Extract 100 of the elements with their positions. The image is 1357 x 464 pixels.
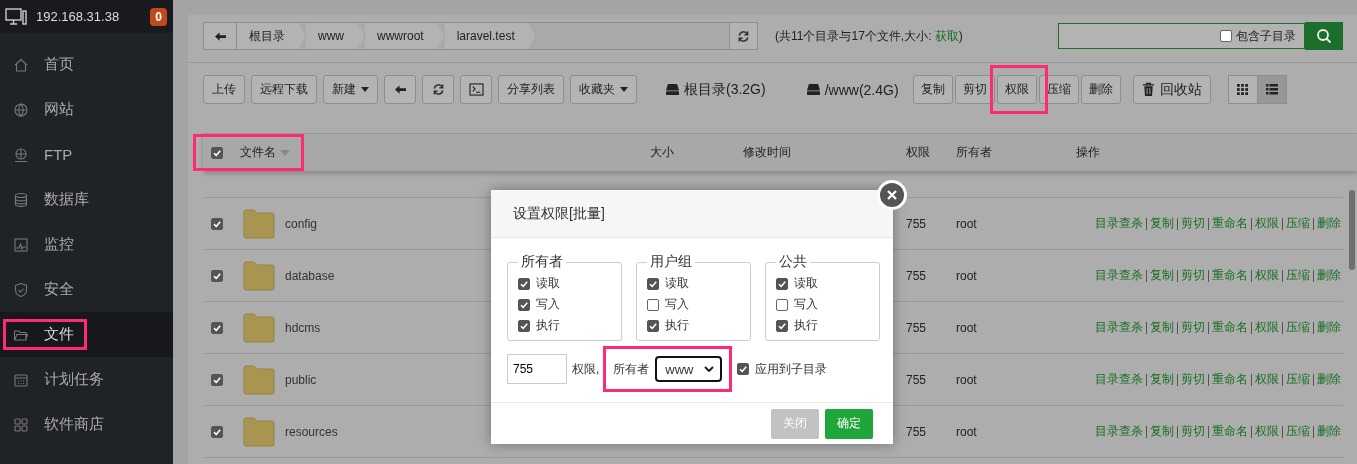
action-link[interactable]: 目录查杀 xyxy=(1095,267,1143,284)
dialog-title: 设置权限[批量] xyxy=(513,204,605,223)
checkbox-label: 写入 xyxy=(794,296,818,313)
disk-usage[interactable]: /www(2.4G) xyxy=(824,81,899,98)
dropdown-button[interactable]: 新建 xyxy=(323,75,378,104)
action-link[interactable]: 目录查杀 xyxy=(1095,319,1143,336)
notification-badge[interactable]: 0 xyxy=(150,7,167,26)
column-header[interactable]: 权限 xyxy=(906,144,956,161)
toolbar-button[interactable]: 远程下载 xyxy=(251,75,317,104)
file-name[interactable]: resources xyxy=(285,424,338,439)
action-link[interactable]: 删除 xyxy=(1317,267,1341,284)
checkbox-label: 执行 xyxy=(665,317,689,334)
file-name[interactable]: config xyxy=(285,216,318,231)
action-link[interactable]: 权限 xyxy=(1255,215,1279,232)
sidebar-item[interactable]: 安全 xyxy=(0,267,173,312)
checkbox-label: 执行 xyxy=(794,317,818,334)
breadcrumb-item[interactable]: wwwroot xyxy=(365,23,445,49)
breadcrumb-item[interactable]: laravel.test xyxy=(444,23,536,49)
table-cell-text: root xyxy=(956,320,978,335)
table-cell-text: 755 xyxy=(906,424,928,439)
column-header[interactable]: 修改时间 xyxy=(743,144,906,161)
action-link[interactable]: 权限 xyxy=(1255,319,1279,336)
sidebar-item[interactable]: FTP xyxy=(0,132,173,177)
sidebar-item[interactable]: 软件商店 xyxy=(0,402,173,447)
action-link[interactable]: 权限 xyxy=(1255,267,1279,284)
action-link[interactable]: 删除 xyxy=(1317,423,1341,440)
group-legend: 公共 xyxy=(776,253,810,271)
toolbar-button[interactable]: 压缩 xyxy=(1038,75,1079,104)
action-link[interactable]: 删除 xyxy=(1317,215,1341,232)
action-link[interactable]: 删除 xyxy=(1317,319,1341,336)
column-header[interactable]: 操作 xyxy=(1076,144,1357,161)
toolbar-button[interactable]: 权限 xyxy=(996,75,1037,104)
column-header[interactable]: 大小 xyxy=(650,144,743,161)
checkbox-label: 包含子目录 xyxy=(1236,27,1296,45)
checkbox-label: 应用到子目录 xyxy=(754,360,827,378)
action-link[interactable]: 剪切 xyxy=(1181,371,1205,388)
confirm-button[interactable]: 确定 xyxy=(825,408,873,439)
toolbar-button[interactable]: 上传 xyxy=(203,75,245,104)
sidebar-item[interactable]: 计划任务 xyxy=(0,357,173,402)
checkbox-label: 写入 xyxy=(665,296,689,313)
toolbar-button[interactable]: 复制 xyxy=(912,75,953,104)
checkbox-label: 读取 xyxy=(794,275,818,292)
server-address: 192.168.31.38 xyxy=(36,9,121,24)
action-link[interactable]: 删除 xyxy=(1317,371,1341,388)
action-link[interactable]: 权限 xyxy=(1255,423,1279,440)
action-link[interactable]: 剪切 xyxy=(1181,423,1205,440)
action-link[interactable]: 复制 xyxy=(1150,267,1174,284)
toolbar-button[interactable]: 分享列表 xyxy=(498,75,564,104)
sidebar-item[interactable]: 文件 xyxy=(0,312,173,357)
table-cell-text: root xyxy=(956,268,978,283)
file-name[interactable]: database xyxy=(285,268,335,283)
field-label: 权限, xyxy=(572,360,600,378)
recycle-bin-button[interactable]: 回收站 xyxy=(1132,75,1211,104)
action-link[interactable]: 目录查杀 xyxy=(1095,215,1143,232)
action-link[interactable]: 剪切 xyxy=(1181,319,1205,336)
action-link[interactable]: 目录查杀 xyxy=(1095,423,1143,440)
group-legend: 所有者 xyxy=(518,253,566,271)
action-link[interactable]: 压缩 xyxy=(1286,423,1310,440)
action-link[interactable]: 复制 xyxy=(1150,371,1174,388)
checkbox-label: 读取 xyxy=(665,275,689,292)
owner-select[interactable]: www xyxy=(655,356,722,382)
action-link[interactable]: 权限 xyxy=(1255,371,1279,388)
search-field[interactable]: 包含子目录 xyxy=(1058,23,1305,49)
sidebar-item[interactable]: 数据库 xyxy=(0,177,173,222)
action-link[interactable]: 目录查杀 xyxy=(1095,371,1143,388)
action-link[interactable]: 压缩 xyxy=(1286,215,1310,232)
action-link[interactable]: 压缩 xyxy=(1286,371,1310,388)
action-link[interactable]: 剪切 xyxy=(1181,215,1205,232)
disk-usage[interactable]: 根目录(3.2G) xyxy=(684,80,766,99)
breadcrumb-item[interactable]: www xyxy=(306,23,365,49)
breadcrumb-item[interactable]: 根目录 xyxy=(237,23,306,49)
table-cell-text: 755 xyxy=(906,268,928,283)
column-header[interactable]: 所有者 xyxy=(956,144,1076,161)
checkbox-label: 执行 xyxy=(536,317,560,334)
action-link[interactable]: 剪切 xyxy=(1181,267,1205,284)
action-link[interactable]: 复制 xyxy=(1150,215,1174,232)
sidebar-item[interactable]: 监控 xyxy=(0,222,173,267)
action-link[interactable]: 压缩 xyxy=(1286,267,1310,284)
column-header[interactable]: 文件名 xyxy=(240,144,276,161)
toolbar-button[interactable]: 剪切 xyxy=(954,75,995,104)
toolbar-button[interactable]: 删除 xyxy=(1080,75,1121,104)
file-name[interactable]: public xyxy=(285,372,317,387)
checkbox-label: 读取 xyxy=(536,275,560,292)
file-name[interactable]: hdcms xyxy=(285,320,321,335)
table-cell-text: 755 xyxy=(906,216,928,231)
action-link[interactable]: 压缩 xyxy=(1286,319,1310,336)
fetch-size-link[interactable]: 获取 xyxy=(934,28,959,43)
dropdown-button[interactable]: 收藏夹 xyxy=(570,75,637,104)
table-cell-text: root xyxy=(956,372,978,387)
table-cell-text: 755 xyxy=(906,372,928,387)
directory-summary: (共11个目录与17个文件,大小: 获取) xyxy=(775,27,963,45)
checkbox-label: 写入 xyxy=(536,296,560,313)
permission-input[interactable]: 755 xyxy=(507,354,567,384)
action-link[interactable]: 复制 xyxy=(1150,319,1174,336)
action-link[interactable]: 复制 xyxy=(1150,423,1174,440)
table-cell-text: root xyxy=(956,216,978,231)
sidebar-item[interactable]: 网站 xyxy=(0,87,173,132)
field-label: 所有者 xyxy=(613,360,650,378)
group-legend: 用户组 xyxy=(647,253,695,271)
sidebar-item[interactable]: 首页 xyxy=(0,42,173,87)
